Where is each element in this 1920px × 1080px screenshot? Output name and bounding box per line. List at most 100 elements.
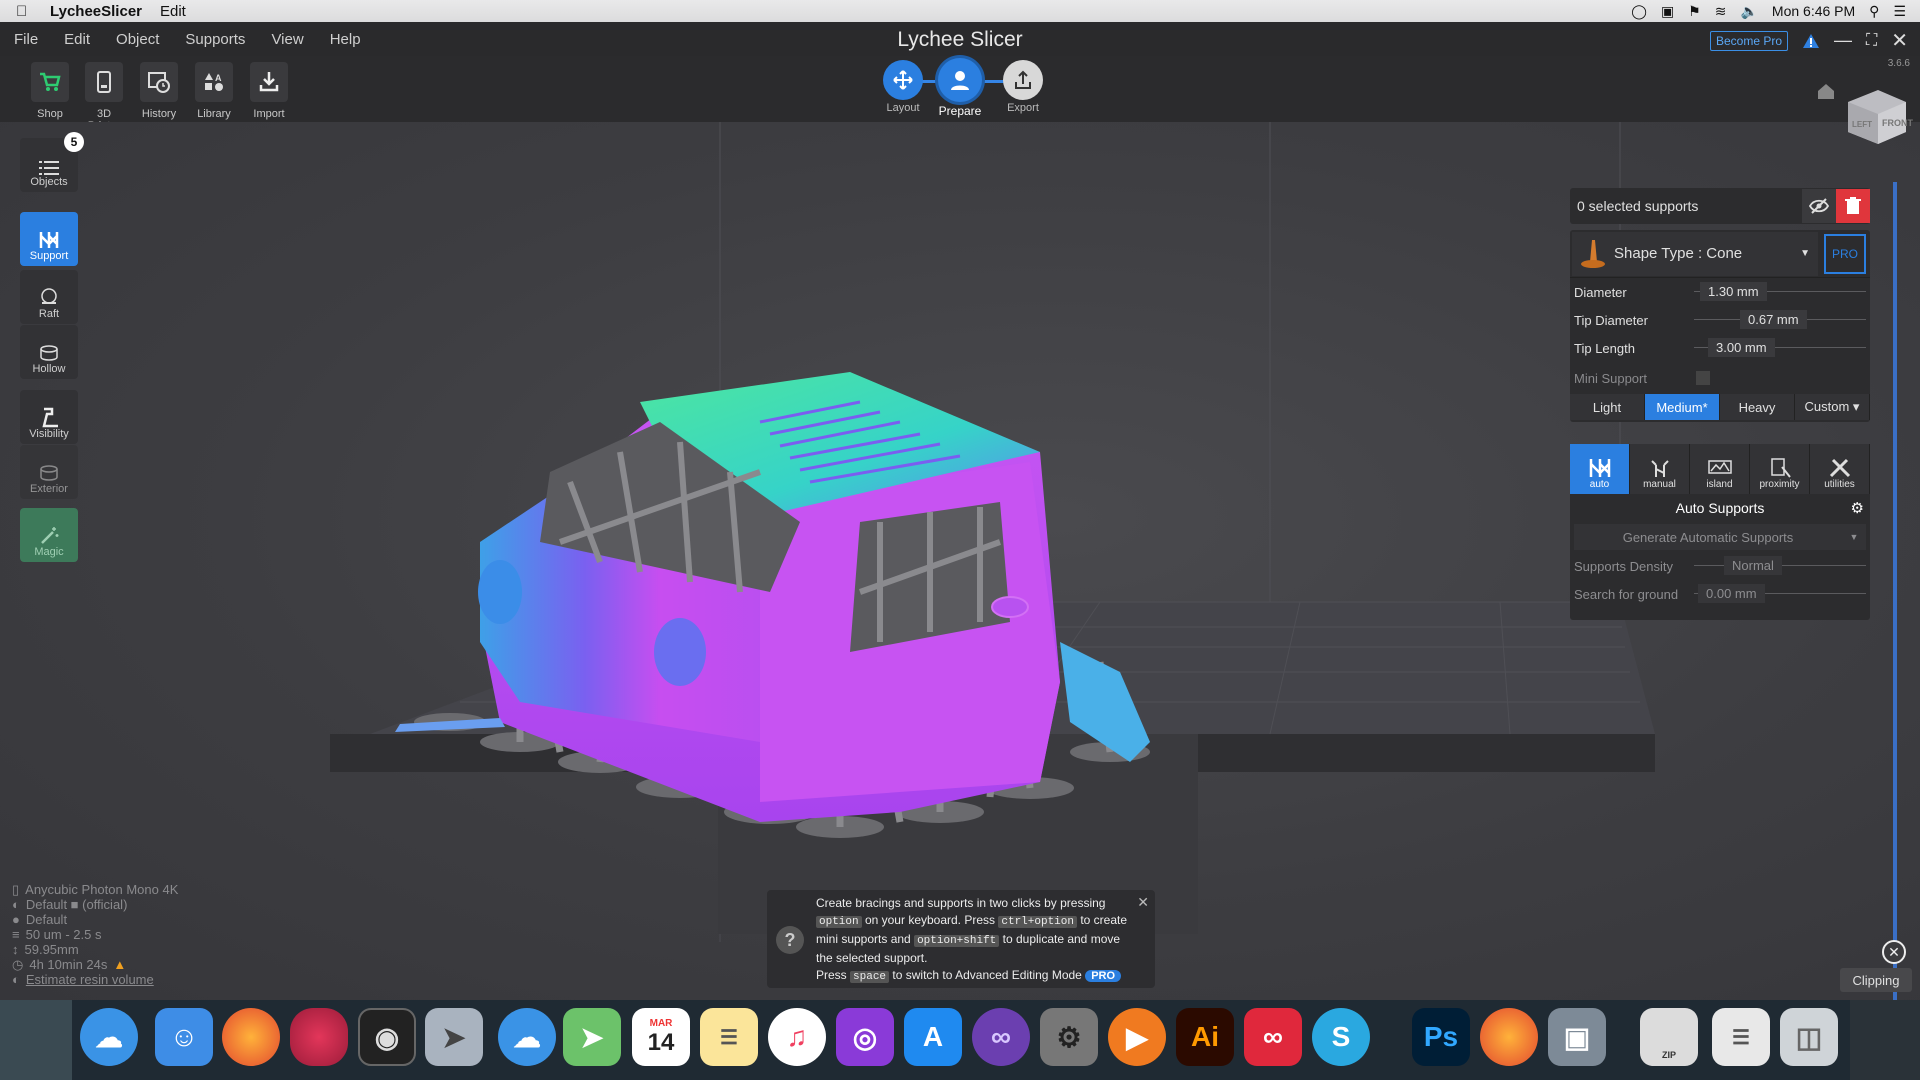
step-export[interactable]: Export [990, 60, 1056, 114]
system-preferences-icon[interactable]: ⚙ [1040, 1008, 1098, 1066]
menu-supports[interactable]: Supports [185, 31, 245, 48]
volume-icon[interactable]: 🔈 [1740, 3, 1757, 20]
import-button[interactable]: Import [245, 62, 293, 120]
view-cube-icon[interactable] [1840, 82, 1910, 150]
disk-utility-icon[interactable]: ◉ [358, 1008, 416, 1066]
step-prepare[interactable]: Prepare [927, 58, 993, 118]
clock[interactable]: Mon 6:46 PM [1772, 3, 1855, 19]
mac-menu-edit[interactable]: Edit [160, 3, 186, 20]
music-icon[interactable]: ♫ [768, 1008, 826, 1066]
app-store-icon[interactable]: A [904, 1008, 962, 1066]
clipping-button[interactable]: Clipping [1840, 968, 1912, 992]
raspberry-icon[interactable] [290, 1008, 348, 1066]
generate-supports-button[interactable]: Generate Automatic Supports ▼ [1574, 524, 1866, 550]
creative-cloud-icon[interactable]: ◯ [1631, 3, 1647, 20]
menu-view[interactable]: View [271, 31, 303, 48]
lychee-app-icon[interactable]: ∞ [972, 1008, 1030, 1066]
diameter-value[interactable]: 1.30 mm [1700, 282, 1767, 301]
tip-length-slider[interactable]: 3.00 mm [1694, 334, 1866, 362]
objects-button[interactable]: Objects 5 [20, 132, 84, 192]
chat-app-icon[interactable]: ☁ [498, 1008, 556, 1066]
generate-dropdown-icon[interactable]: ▼ [1842, 532, 1866, 542]
illustrator-icon[interactable]: Ai [1176, 1008, 1234, 1066]
mac-app-name[interactable]: LycheeSlicer [50, 3, 142, 20]
documents-folder-icon[interactable]: ☰ [1712, 1008, 1770, 1066]
spotlight-icon[interactable]: ⚲ [1869, 3, 1879, 20]
sidebar-magic[interactable]: Magic [20, 508, 80, 562]
close-icon[interactable]: ✕ [1891, 28, 1908, 53]
tab-auto[interactable]: auto [1570, 444, 1630, 494]
sidebar-raft[interactable]: Raft [20, 270, 80, 324]
tab-island[interactable]: island [1690, 444, 1750, 494]
warning-icon[interactable] [1802, 33, 1820, 49]
hide-supports-button[interactable] [1802, 189, 1836, 223]
mini-support-checkbox[interactable] [1696, 371, 1710, 385]
print-profile[interactable]: Default [26, 912, 67, 927]
preset-custom[interactable]: Custom ▾ [1795, 394, 1870, 420]
preset-light[interactable]: Light [1570, 394, 1645, 420]
density-value[interactable]: Normal [1724, 556, 1782, 575]
clipping-slider[interactable] [1893, 182, 1897, 1072]
tab-utilities[interactable]: utilities [1810, 444, 1870, 494]
flag-icon[interactable]: ⚑ [1688, 3, 1701, 20]
clipping-handle[interactable]: ✕ [1882, 940, 1906, 964]
tab-proximity[interactable]: proximity [1750, 444, 1810, 494]
notes-icon[interactable]: ☰ [700, 1008, 758, 1066]
settings-gear-icon[interactable]: ⚙ [1851, 499, 1864, 517]
minimize-icon[interactable]: — [1834, 30, 1852, 51]
preset-heavy[interactable]: Heavy [1720, 394, 1795, 420]
media-player-icon[interactable]: ▶ [1108, 1008, 1166, 1066]
estimate-resin-link[interactable]: Estimate resin volume [26, 972, 154, 987]
maximize-icon[interactable]: ⛶ [1866, 32, 1877, 50]
tip-line3b: to duplicate and move [1002, 932, 1121, 946]
menu-help[interactable]: Help [330, 31, 361, 48]
home-icon[interactable] [1816, 82, 1836, 100]
tab-manual[interactable]: manual [1630, 444, 1690, 494]
calendar-icon[interactable]: MAR 14 [632, 1008, 690, 1066]
podcasts-icon[interactable]: ◎ [836, 1008, 894, 1066]
ground-value[interactable]: 0.00 mm [1698, 584, 1765, 603]
printer-name[interactable]: Anycubic Photon Mono 4K [25, 882, 178, 897]
menu-edit[interactable]: Edit [64, 31, 90, 48]
messages-app-icon[interactable]: ☁ [80, 1008, 138, 1066]
ground-slider[interactable]: 0.00 mm [1694, 580, 1866, 608]
sidebar-exterior[interactable]: Exterior [20, 445, 80, 499]
menu-object[interactable]: Object [116, 31, 159, 48]
tip-close-icon[interactable]: ✕ [1137, 894, 1149, 911]
trash-bin-icon[interactable]: ◫ [1780, 1008, 1838, 1066]
tip-length-value[interactable]: 3.00 mm [1708, 338, 1775, 357]
launchpad-icon[interactable]: ➤ [425, 1008, 483, 1066]
shape-type-dropdown[interactable]: Shape Type : Cone ▼ [1572, 231, 1818, 276]
apple-icon[interactable]:  [16, 3, 38, 20]
library-button[interactable]: A Library [190, 62, 238, 120]
shop-button[interactable]: Shop [26, 62, 74, 120]
delete-supports-button[interactable] [1836, 189, 1870, 223]
pro-shape-button[interactable]: PRO [1824, 233, 1866, 274]
creative-cloud-app-icon[interactable]: ∞ [1244, 1008, 1302, 1066]
control-center-icon[interactable]: ☰ [1893, 3, 1906, 20]
tip-length-label: Tip Length [1574, 340, 1635, 356]
tip-diameter-value[interactable]: 0.67 mm [1740, 310, 1807, 329]
sidebar-hollow[interactable]: Hollow [20, 325, 80, 379]
resin-profile[interactable]: Default ■ (official) [26, 897, 128, 912]
sidebar-support[interactable]: Support [20, 212, 80, 266]
diameter-slider[interactable]: 1.30 mm [1694, 278, 1866, 306]
cube-left-label: LEFT [1852, 120, 1872, 129]
preset-medium[interactable]: Medium* [1645, 394, 1720, 420]
photoshop-icon[interactable]: Ps [1412, 1008, 1470, 1066]
become-pro-button[interactable]: Become Pro [1710, 30, 1789, 51]
finder-icon[interactable]: ☺ [155, 1008, 213, 1066]
simplenote-icon[interactable]: S [1312, 1008, 1370, 1066]
preview-icon[interactable]: ▣ [1548, 1008, 1606, 1066]
maps-icon[interactable]: ➤ [563, 1008, 621, 1066]
menu-file[interactable]: File [14, 31, 38, 48]
history-button[interactable]: History [135, 62, 183, 120]
sidebar-visibility[interactable]: Visibility [20, 390, 80, 444]
firefox-icon[interactable] [222, 1008, 280, 1066]
display-icon[interactable]: ▣ [1661, 3, 1674, 20]
tip-diameter-slider[interactable]: 0.67 mm [1694, 306, 1866, 334]
wifi-icon[interactable]: ≋ [1715, 3, 1727, 20]
firefox-2-icon[interactable] [1480, 1008, 1538, 1066]
zip-file-icon[interactable]: ZIP [1640, 1008, 1698, 1066]
density-slider[interactable]: Normal [1694, 552, 1866, 580]
